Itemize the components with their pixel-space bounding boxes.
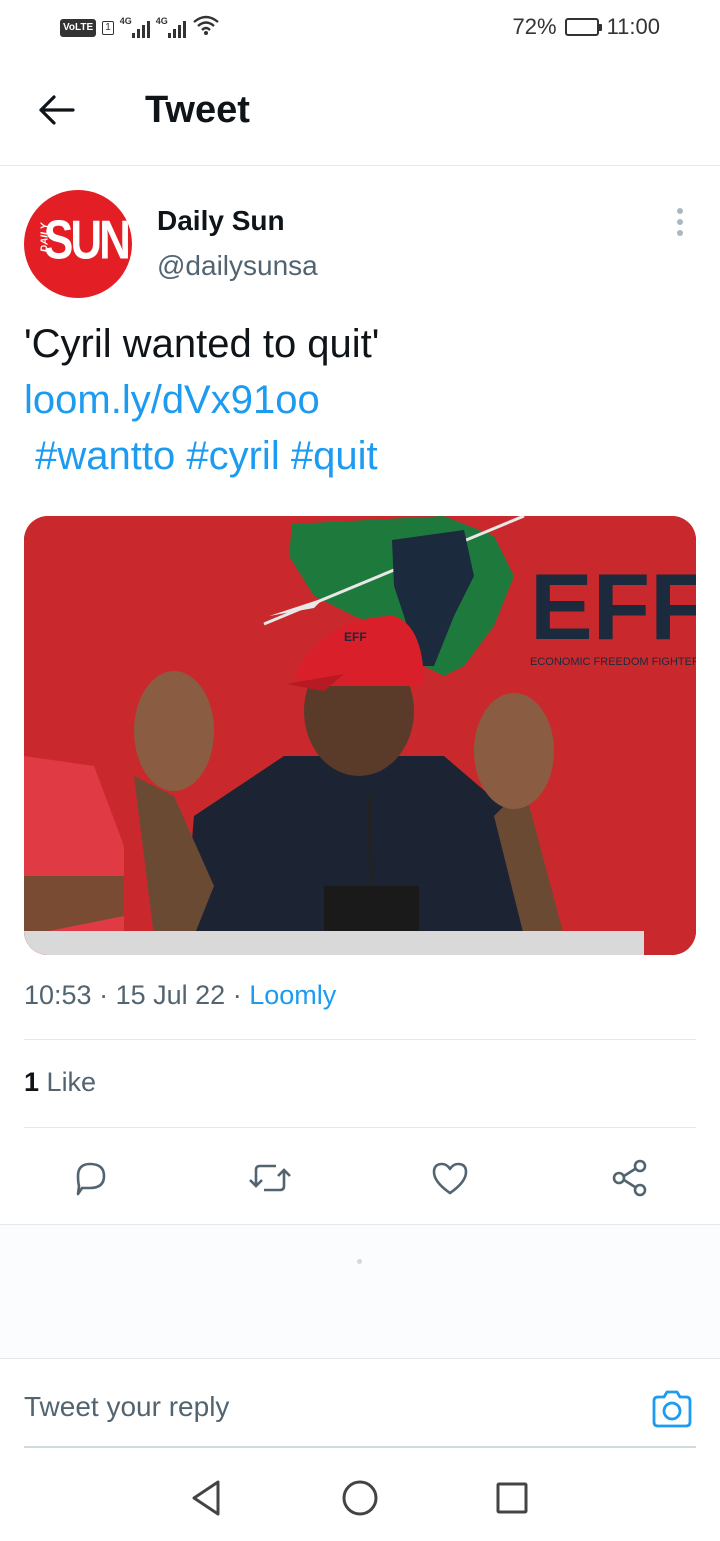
separator-dot: · — [99, 980, 109, 1010]
avatar[interactable]: DAILY SUN — [24, 190, 132, 298]
wifi-icon — [192, 14, 220, 41]
app-header: Tweet — [0, 56, 720, 166]
divider — [24, 1039, 696, 1040]
recents-square-icon — [496, 1482, 528, 1514]
network-type-label-2: 4G — [155, 15, 168, 26]
like-button[interactable] — [426, 1154, 474, 1202]
status-left: VoLTE 1 4G 4G — [60, 14, 220, 41]
more-options-button[interactable] — [664, 204, 696, 240]
camera-button[interactable] — [648, 1387, 696, 1431]
hashtag[interactable]: #cyril — [186, 434, 279, 478]
hashtag[interactable]: #quit — [291, 434, 378, 478]
system-nav-bar — [0, 1450, 720, 1541]
like-count: 1 — [24, 1067, 40, 1097]
reply-icon — [76, 1162, 106, 1196]
like-count-row[interactable]: 1 Like — [24, 1067, 96, 1098]
dot — [677, 230, 683, 236]
banner-text: EFF — [530, 554, 696, 659]
dot — [677, 219, 683, 225]
avatar-logo-sun: SUN — [44, 209, 131, 271]
sim-icon: 1 — [102, 20, 114, 35]
tweet-link[interactable]: loom.ly/dVx91oo — [24, 372, 704, 428]
camera-icon — [652, 1390, 692, 1428]
network-type-label: 4G — [119, 15, 132, 26]
author-handle[interactable]: @dailysunsa — [157, 250, 318, 282]
clock: 11:00 — [606, 14, 660, 39]
tweet-image[interactable]: EFF ECONOMIC FREEDOM FIGHTERS EFF — [24, 516, 696, 955]
signal-icon-2: 4G — [155, 15, 186, 38]
arrow-left-icon — [39, 95, 75, 125]
nav-recents-button[interactable] — [490, 1476, 534, 1520]
like-icon — [432, 1162, 468, 1195]
reply-underline — [24, 1446, 696, 1448]
hashtag[interactable]: #wantto — [35, 434, 175, 478]
divider — [24, 1127, 696, 1128]
back-button[interactable] — [34, 88, 78, 132]
replies-area — [0, 1225, 720, 1358]
tweet-meta: 10:53 · 15 Jul 22 · Loomly — [24, 980, 336, 1011]
tweet-body: 'Cyril wanted to quit' — [24, 322, 380, 366]
nav-back-button[interactable] — [184, 1476, 228, 1520]
reply-bar: Tweet your reply — [0, 1358, 720, 1448]
tweet-source[interactable]: Loomly — [249, 980, 336, 1010]
share-button[interactable] — [606, 1154, 654, 1202]
battery-percent: 72% — [512, 14, 557, 39]
action-bar — [0, 1150, 720, 1206]
status-bar: VoLTE 1 4G 4G 72% 11:00 — [0, 0, 720, 56]
dot — [677, 208, 683, 214]
hashtag-row: #wantto #cyril #quit — [24, 428, 704, 484]
banner-subtext: ECONOMIC FREEDOM FIGHTERS — [530, 656, 696, 668]
separator-dot: · — [232, 980, 242, 1010]
nav-home-button[interactable] — [338, 1476, 382, 1520]
page-title: Tweet — [145, 89, 250, 131]
home-circle-icon — [342, 1480, 378, 1516]
back-triangle-icon — [192, 1480, 220, 1516]
reply-input[interactable]: Tweet your reply — [24, 1391, 229, 1423]
share-icon — [612, 1159, 647, 1197]
signal-icon: 4G — [119, 15, 150, 38]
tweet-text: 'Cyril wanted to quit' loom.ly/dVx91oo #… — [24, 316, 704, 484]
battery-icon — [564, 18, 602, 36]
cap-text: EFF — [344, 630, 367, 644]
loading-indicator — [357, 1259, 362, 1264]
tweet-date: 15 Jul 22 — [115, 980, 226, 1010]
press-conference-photo: EFF ECONOMIC FREEDOM FIGHTERS EFF — [24, 516, 696, 955]
retweet-icon — [249, 1164, 291, 1192]
volte-icon: VoLTE — [60, 18, 97, 37]
status-right: 72% 11:00 — [513, 14, 660, 40]
reply-button[interactable] — [66, 1154, 114, 1202]
tweet-time: 10:53 — [24, 980, 92, 1010]
retweet-button[interactable] — [246, 1154, 294, 1202]
like-label: Like — [46, 1067, 97, 1097]
author-name[interactable]: Daily Sun — [157, 205, 285, 237]
